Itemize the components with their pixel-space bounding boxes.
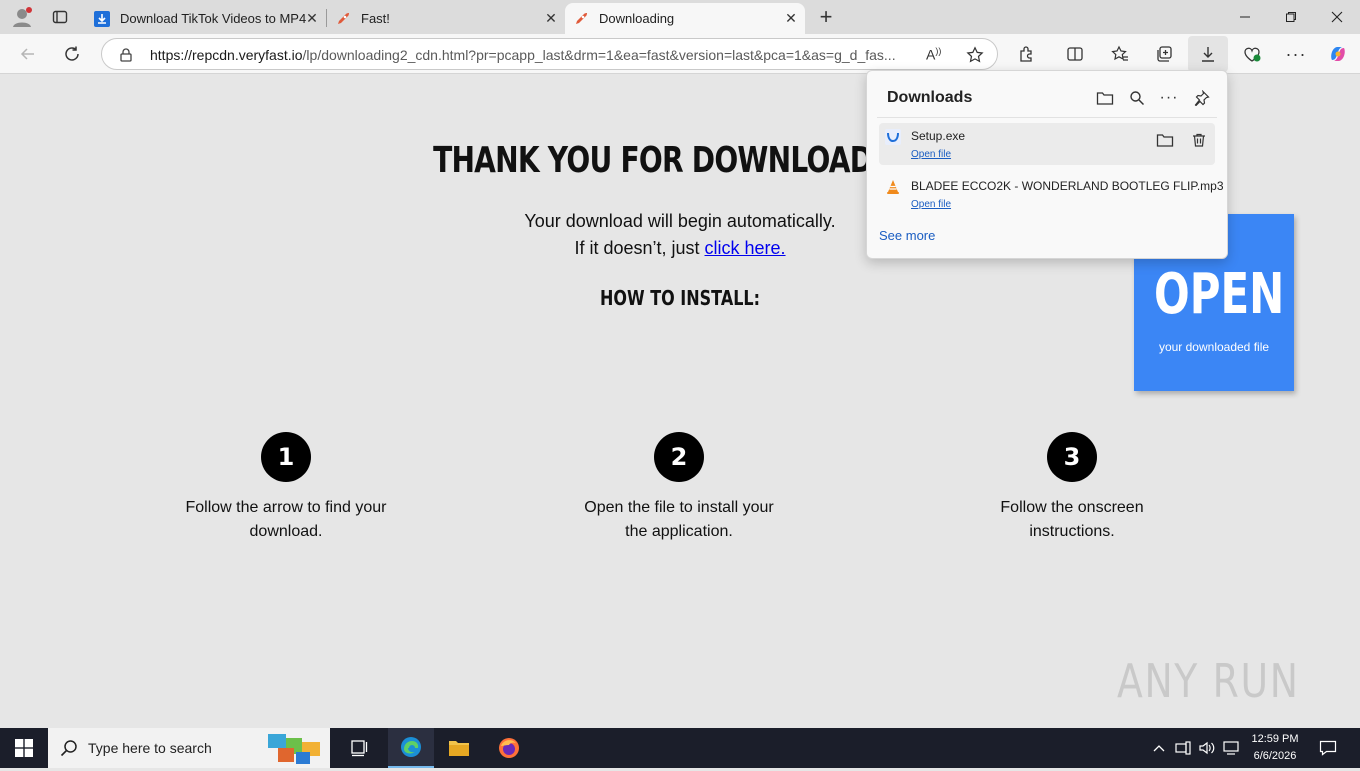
file-explorer-icon[interactable]: [438, 728, 480, 768]
search-highlight-icon: [266, 730, 328, 771]
how-to-install-heading: HOW TO INSTALL:: [599, 286, 760, 310]
restore-button[interactable]: [1268, 0, 1314, 34]
collections-icon[interactable]: [1148, 38, 1180, 70]
tab-title: Download TikTok Videos to MP4: [120, 11, 307, 26]
copilot-icon[interactable]: [1322, 38, 1354, 70]
pin-icon[interactable]: [1191, 87, 1213, 109]
step-number-badge: 1: [261, 432, 311, 482]
step-text-line: Follow the arrow to find your: [185, 499, 387, 516]
close-tab-icon[interactable]: ✕: [783, 10, 799, 26]
downloads-title: Downloads: [887, 89, 973, 106]
click-here-link[interactable]: click here.: [705, 238, 786, 258]
windows-taskbar: Type here to search 12:59 PM 6/6/2026: [0, 728, 1360, 768]
firefox-icon[interactable]: [488, 728, 530, 768]
notification-center-icon[interactable]: [1312, 728, 1344, 768]
download-filename: BLADEE ECCO2K - WONDERLAND BOOTLEG FLIP.…: [911, 179, 1224, 193]
open-file-link[interactable]: Open file: [911, 149, 951, 160]
tab-actions-icon[interactable]: [44, 1, 76, 33]
downloads-panel: Downloads ··· Setup.exe Open file BLADEE…: [866, 70, 1228, 259]
clock-time: 12:59 PM: [1251, 733, 1299, 745]
tab-tiktok-downloader[interactable]: Download TikTok Videos to MP4 ✕: [86, 3, 326, 34]
favorite-star-icon[interactable]: [966, 46, 984, 69]
tab-downloading[interactable]: Downloading ✕: [565, 3, 805, 34]
show-in-folder-icon[interactable]: [1155, 130, 1175, 150]
settings-more-icon[interactable]: ···: [1280, 38, 1312, 70]
close-window-button[interactable]: [1314, 0, 1360, 34]
taskbar-search-box[interactable]: Type here to search: [48, 728, 330, 768]
url-text: https://repcdn.veryfast.io/lp/downloadin…: [150, 47, 920, 63]
address-bar[interactable]: https://repcdn.veryfast.io/lp/downloadin…: [101, 38, 998, 70]
step-2: 2 Open the file to install your the appli…: [529, 432, 829, 544]
step-number-badge: 2: [654, 432, 704, 482]
step-text-line: download.: [249, 523, 323, 540]
url-domain: https://repcdn.veryfast.io: [150, 47, 303, 63]
extensions-icon[interactable]: [1011, 38, 1043, 70]
open-callout-subtitle: your downloaded file: [1158, 340, 1270, 354]
site-info-icon[interactable]: [118, 47, 134, 68]
search-placeholder: Type here to search: [88, 740, 212, 756]
download-filename: Setup.exe: [911, 129, 966, 143]
step-text-line: Follow the onscreen: [1000, 499, 1144, 516]
browser-toolbar: https://repcdn.veryfast.io/lp/downloadin…: [0, 34, 1360, 74]
browser-essentials-icon[interactable]: [1236, 38, 1268, 70]
download-arrow-favicon: [94, 10, 110, 27]
start-button[interactable]: [0, 728, 48, 768]
close-tab-icon[interactable]: ✕: [543, 10, 559, 26]
back-button[interactable]: [12, 38, 44, 70]
network-icon[interactable]: [1172, 728, 1194, 768]
step-text: Open the file to install your the applica…: [529, 496, 829, 544]
open-file-link[interactable]: Open file: [911, 199, 951, 210]
tab-strip: Download TikTok Videos to MP4 ✕ Fast! ✕ …: [0, 0, 1360, 34]
download-item-mp3[interactable]: BLADEE ECCO2K - WONDERLAND BOOTLEG FLIP.…: [879, 173, 1224, 215]
step-number-badge: 3: [1047, 432, 1097, 482]
tab-fast[interactable]: Fast! ✕: [327, 3, 565, 34]
task-view-icon[interactable]: [340, 728, 380, 768]
new-tab-button[interactable]: +: [810, 1, 842, 33]
close-tab-icon[interactable]: ✕: [304, 10, 320, 26]
favorites-icon[interactable]: [1104, 38, 1136, 70]
anyrun-watermark: ANY RUN: [1117, 654, 1300, 708]
minimize-button[interactable]: [1222, 0, 1268, 34]
step-text-line: Open the file to install your: [584, 499, 774, 516]
open-callout-title: OPEN: [1154, 262, 1285, 327]
step-3: 3 Follow the onscreen instructions.: [922, 432, 1222, 544]
tab-title: Fast!: [361, 11, 390, 26]
step-1: 1 Follow the arrow to find your download.: [136, 432, 436, 544]
rocket-favicon: [573, 11, 589, 27]
system-clock[interactable]: 12:59 PM 6/6/2026: [1244, 731, 1306, 765]
open-downloads-folder-icon[interactable]: [1094, 87, 1116, 109]
tab-title: Downloading: [599, 11, 675, 26]
search-downloads-icon[interactable]: [1126, 87, 1148, 109]
read-aloud-icon[interactable]: A)): [926, 46, 941, 63]
rocket-favicon: [335, 11, 351, 27]
show-hidden-icons-chevron[interactable]: [1148, 728, 1170, 768]
input-method-icon[interactable]: [1220, 728, 1242, 768]
clock-date: 6/6/2026: [1253, 750, 1297, 762]
download-item-setup[interactable]: Setup.exe Open file: [879, 123, 1215, 165]
refresh-button[interactable]: [56, 38, 88, 70]
search-icon: [60, 739, 78, 762]
step-text: Follow the onscreen instructions.: [922, 496, 1222, 544]
more-options-icon[interactable]: ···: [1158, 87, 1180, 109]
delete-icon[interactable]: [1189, 130, 1209, 150]
installer-icon: [885, 129, 901, 145]
panel-divider: [877, 117, 1217, 118]
volume-icon[interactable]: [1196, 728, 1218, 768]
step-text-line: the application.: [625, 523, 733, 540]
fallback-prefix: If it doesn’t, just: [574, 238, 705, 258]
edge-taskbar-icon[interactable]: [388, 728, 434, 768]
vlc-cone-icon: [885, 179, 901, 195]
profile-avatar[interactable]: [6, 1, 38, 33]
step-text: Follow the arrow to find your download.: [136, 496, 436, 544]
step-text-line: instructions.: [1029, 523, 1115, 540]
url-path: /lp/downloading2_cdn.html?pr=pcapp_last&…: [302, 47, 896, 63]
split-screen-icon[interactable]: [1059, 38, 1091, 70]
downloads-button[interactable]: [1188, 36, 1228, 72]
see-more-link[interactable]: See more: [879, 228, 935, 243]
